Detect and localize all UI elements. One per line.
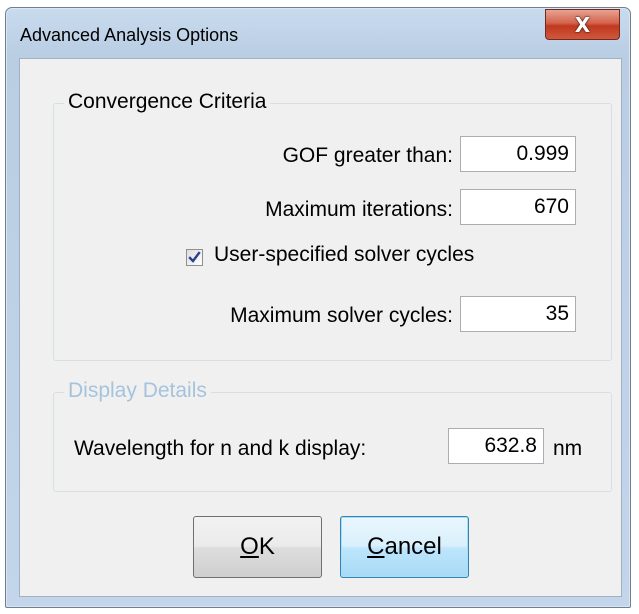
checkmark-icon bbox=[188, 251, 201, 263]
display-details-group: Display Details Wavelength for n and k d… bbox=[53, 379, 612, 492]
wavelength-input[interactable]: 632.8 bbox=[448, 428, 544, 464]
cancel-label-rest: ancel bbox=[384, 533, 442, 560]
dialog-title: Advanced Analysis Options bbox=[20, 25, 239, 45]
wavelength-label: Wavelength for n and k display: bbox=[74, 437, 367, 460]
gof-input[interactable]: 0.999 bbox=[460, 136, 576, 172]
close-icon: X bbox=[574, 12, 591, 37]
user-solver-label[interactable]: User-specified solver cycles bbox=[214, 243, 474, 267]
max-iterations-label: Maximum iterations: bbox=[265, 198, 453, 221]
ok-button[interactable]: OK bbox=[193, 516, 322, 578]
ok-label-rest: K bbox=[258, 533, 275, 560]
ok-mnemonic: O bbox=[240, 533, 259, 560]
gof-label: GOF greater than: bbox=[282, 144, 453, 167]
max-solver-cycles-label: Maximum solver cycles: bbox=[230, 304, 453, 327]
max-iterations-input[interactable]: 670 bbox=[460, 189, 576, 225]
display-details-legend: Display Details bbox=[64, 379, 211, 403]
user-solver-checkbox[interactable] bbox=[186, 249, 203, 266]
cancel-mnemonic: C bbox=[367, 533, 385, 560]
close-button[interactable]: X bbox=[545, 9, 620, 40]
max-solver-cycles-input[interactable]: 35 bbox=[460, 296, 576, 332]
convergence-criteria-legend: Convergence Criteria bbox=[64, 90, 271, 114]
cancel-button[interactable]: Cancel bbox=[340, 516, 469, 578]
convergence-criteria-group: Convergence Criteria GOF greater than: 0… bbox=[53, 90, 612, 361]
wavelength-unit: nm bbox=[553, 437, 583, 460]
dialog-client-area: Convergence Criteria GOF greater than: 0… bbox=[19, 58, 622, 597]
